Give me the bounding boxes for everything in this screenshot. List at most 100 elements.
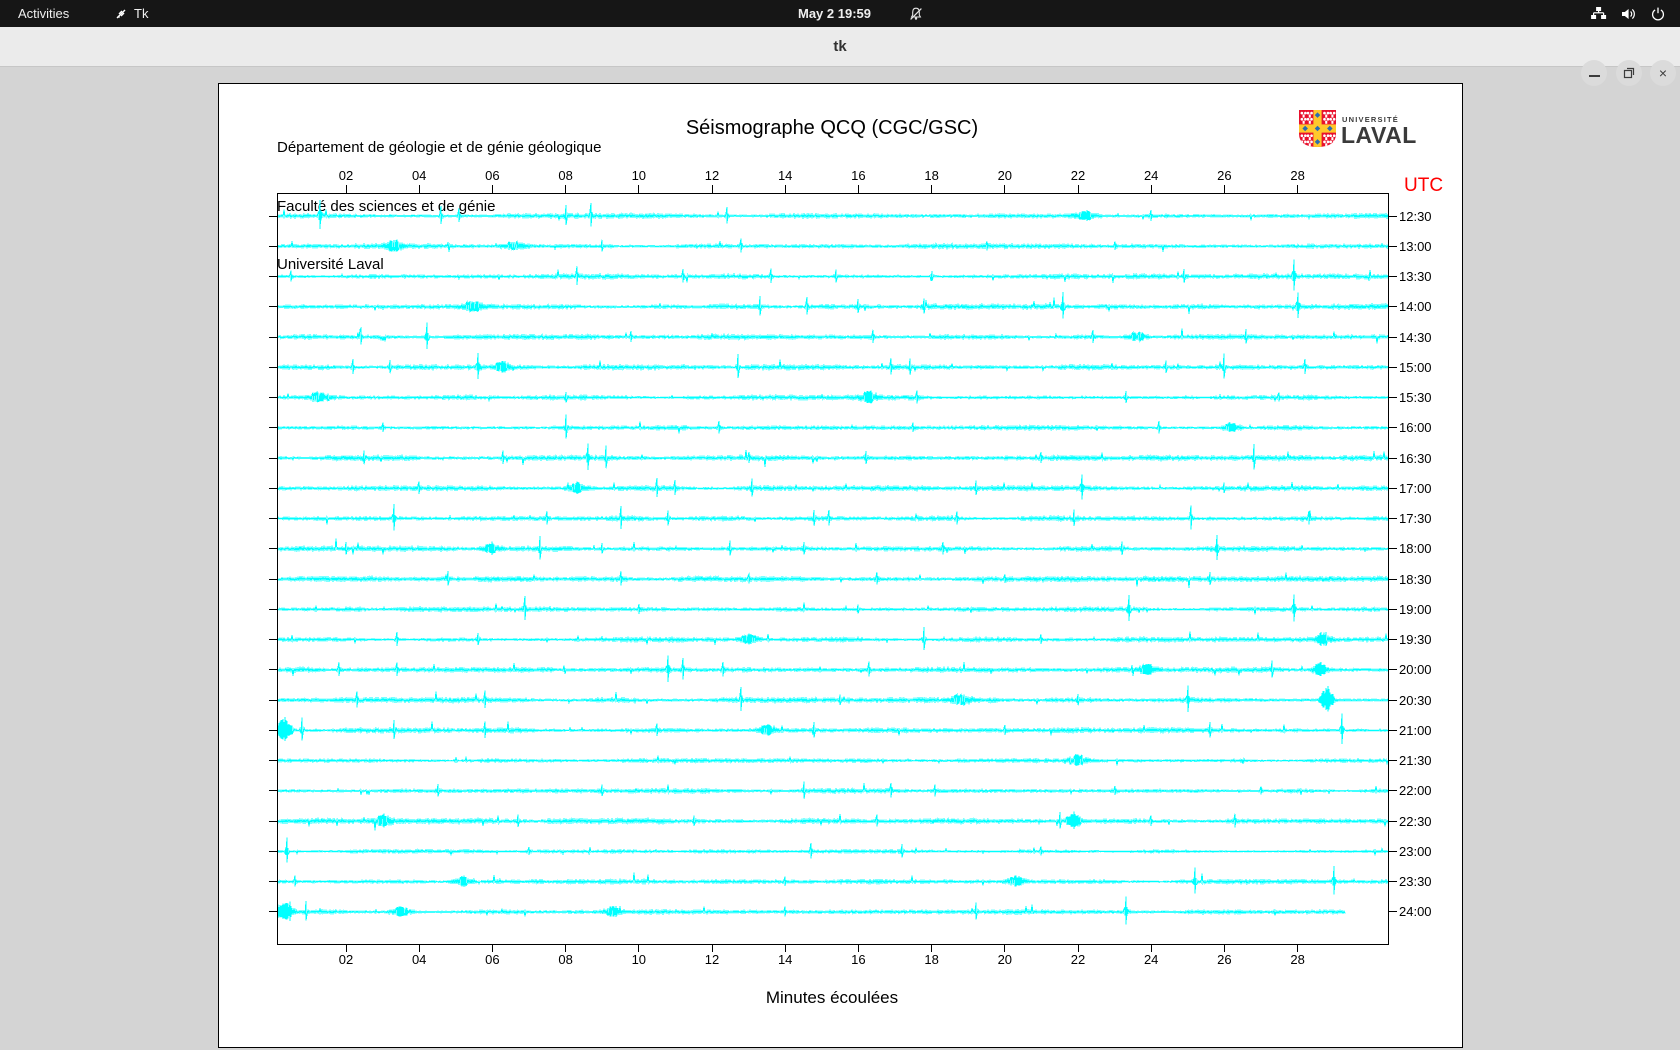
row-tick-right <box>1388 336 1397 338</box>
row-tick-right <box>1388 215 1397 217</box>
utc-time-label: 15:30 <box>1399 390 1432 406</box>
logo-text-laval: LAVAL <box>1341 122 1417 148</box>
utc-time-label: 12:30 <box>1399 208 1432 224</box>
seismogram-trace <box>278 199 1388 230</box>
x-tick-label-top: 28 <box>1290 168 1305 183</box>
tk-icon <box>114 7 128 21</box>
seismogram-trace <box>278 655 1388 682</box>
x-tick-label-bottom: 28 <box>1290 952 1305 967</box>
seismogram-trace <box>278 390 1388 404</box>
notifications-off-icon <box>908 0 924 27</box>
laval-shield-icon <box>1299 110 1336 147</box>
top-bar: Activities Tk May 2 19:59 <box>0 0 1680 27</box>
seismogram-trace <box>278 474 1388 500</box>
row-tick-left <box>269 608 278 610</box>
utc-time-label: 18:00 <box>1399 541 1432 557</box>
x-tick-label-top: 06 <box>485 168 500 183</box>
universite-laval-logo: UNIVERSITÉ LAVAL <box>1299 109 1429 151</box>
x-tick-mark-bottom <box>784 944 786 952</box>
x-tick-mark-bottom <box>711 944 713 952</box>
minimize-button[interactable] <box>1581 60 1607 86</box>
x-tick-label-top: 04 <box>411 168 427 183</box>
x-tick-mark-bottom <box>345 944 347 952</box>
window-title: tk <box>833 38 847 55</box>
x-tick-label-top: 08 <box>558 168 573 183</box>
x-tick-mark-bottom <box>491 944 493 952</box>
row-tick-right <box>1388 760 1397 762</box>
x-tick-mark-top <box>1077 185 1079 194</box>
x-tick-label-top: 26 <box>1217 168 1232 183</box>
row-tick-right <box>1388 669 1397 671</box>
app-indicator[interactable]: Tk <box>114 0 148 27</box>
row-tick-left <box>269 760 278 762</box>
seismograph-canvas: Département de géologie et de génie géol… <box>218 83 1463 1048</box>
x-tick-label-bottom: 06 <box>485 952 500 967</box>
row-tick-left <box>269 548 278 550</box>
utc-time-label: 21:30 <box>1399 753 1432 769</box>
x-tick-mark-bottom <box>418 944 420 952</box>
x-tick-mark-top <box>857 185 859 194</box>
utc-time-label: 17:00 <box>1399 480 1432 496</box>
seismogram-trace <box>278 866 1388 895</box>
seismogram-trace <box>278 626 1388 650</box>
x-tick-mark-top <box>1223 185 1225 194</box>
row-tick-right <box>1388 639 1397 641</box>
row-tick-right <box>1388 790 1397 792</box>
utc-time-label: 14:00 <box>1399 299 1432 315</box>
window-titlebar[interactable]: tk × <box>0 27 1680 86</box>
utc-time-label: 22:30 <box>1399 813 1432 829</box>
row-tick-right <box>1388 245 1397 247</box>
seismogram-trace <box>278 837 1388 863</box>
x-tick-mark-top <box>931 185 933 194</box>
x-tick-label-bottom: 24 <box>1143 952 1159 967</box>
x-tick-mark-top <box>565 185 567 194</box>
power-icon <box>1650 6 1666 22</box>
x-tick-label-bottom: 04 <box>411 952 427 967</box>
utc-time-label: 22:00 <box>1399 783 1432 799</box>
seismogram-trace <box>278 259 1388 291</box>
x-tick-mark-bottom <box>1077 944 1079 952</box>
row-tick-left <box>269 306 278 308</box>
x-tick-label-bottom: 26 <box>1217 952 1232 967</box>
row-tick-right <box>1388 487 1397 489</box>
close-button[interactable]: × <box>1650 60 1676 86</box>
row-tick-left <box>269 699 278 701</box>
seismogram-plot: UTC 02 02 04 04 06 06 08 08 10 10 12 12 14 14 16 16 18 18… <box>269 168 1443 967</box>
x-tick-label-bottom: 14 <box>777 952 793 967</box>
maximize-button[interactable] <box>1616 60 1642 86</box>
row-tick-right <box>1388 427 1397 429</box>
utc-time-label: 20:00 <box>1399 662 1432 678</box>
row-tick-right <box>1388 276 1397 278</box>
utc-axis-label: UTC <box>1404 175 1444 196</box>
header-line-1: Département de géologie et de génie géol… <box>277 139 602 156</box>
row-tick-right <box>1388 548 1397 550</box>
app-indicator-label: Tk <box>134 6 149 21</box>
plot-title: Séismographe QCQ (CGC/GSC) <box>685 117 979 139</box>
utc-time-label: 23:00 <box>1399 843 1432 859</box>
utc-time-label: 13:30 <box>1399 269 1432 285</box>
x-tick-label-top: 22 <box>1070 168 1086 183</box>
row-tick-left <box>269 820 278 822</box>
activities-button[interactable]: Activities <box>18 0 69 27</box>
utc-time-label: 13:00 <box>1399 238 1432 254</box>
x-tick-label-bottom: 16 <box>851 952 866 967</box>
row-tick-right <box>1388 457 1397 459</box>
utc-time-label: 19:00 <box>1399 601 1432 617</box>
row-tick-left <box>269 578 278 580</box>
row-tick-left <box>269 790 278 792</box>
x-tick-mark-top <box>784 185 786 194</box>
x-tick-label-top: 18 <box>924 168 939 183</box>
x-tick-label-top: 16 <box>851 168 866 183</box>
clock[interactable]: May 2 19:59 <box>798 0 871 27</box>
x-tick-label-bottom: 20 <box>997 952 1013 967</box>
row-tick-left <box>269 397 278 399</box>
x-tick-label-bottom: 22 <box>1070 952 1086 967</box>
x-axis-label: Minutes écoulées <box>765 988 899 1007</box>
x-tick-label-bottom: 12 <box>704 952 720 967</box>
row-tick-left <box>269 911 278 913</box>
system-tray[interactable] <box>1590 0 1666 27</box>
x-tick-mark-bottom <box>1297 944 1299 952</box>
row-tick-right <box>1388 518 1397 520</box>
seismogram-trace <box>278 414 1388 439</box>
utc-time-label: 18:30 <box>1399 571 1432 587</box>
